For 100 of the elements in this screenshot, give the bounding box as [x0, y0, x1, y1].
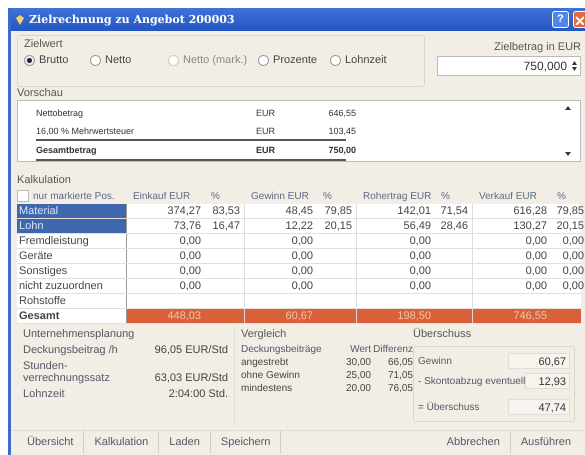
- spin-icon: [571, 60, 578, 72]
- comparison-label: ohne Gewinn: [241, 370, 301, 381]
- help-button[interactable]: ?: [552, 11, 569, 28]
- preview-amount: 750,00: [327, 145, 356, 156]
- table-cell: 16,47: [205, 219, 245, 233]
- radio-icon[interactable]: [90, 54, 101, 66]
- table-cell: 71,54: [435, 204, 473, 218]
- table-cell-text: 142,01: [396, 204, 432, 218]
- table-cell-text: 48,45: [284, 204, 314, 218]
- window-title: Zielrechnung zu Angebot 200003: [29, 13, 236, 26]
- radio-icon[interactable]: [330, 54, 341, 66]
- scroll-up-icon[interactable]: [564, 105, 572, 111]
- row-label[interactable]: nicht zuzuordnen: [17, 279, 127, 293]
- table-cell-text: 374,27: [166, 204, 202, 218]
- tab-button[interactable]: Übersicht: [17, 431, 84, 453]
- planning-value: 2:04:00 Std.: [168, 388, 228, 400]
- action-button[interactable]: Ausführen: [510, 431, 581, 453]
- table-cell-text: 746,55: [512, 309, 548, 323]
- row-label[interactable]: Material: [17, 204, 127, 218]
- row-label[interactable]: Rohstoffe: [17, 294, 127, 308]
- table-cell: 20,15: [551, 219, 585, 233]
- preview-currency: EUR: [256, 108, 276, 118]
- radio-option[interactable]: Netto: [90, 54, 168, 66]
- comparison-value: 76,05: [386, 383, 413, 394]
- table-cell-text: 0,00: [408, 264, 432, 278]
- table-cell-text: 0,00: [178, 264, 202, 278]
- column-header: Einkauf EUR: [132, 190, 192, 202]
- planning-label: Deckungsbeitrag /h: [23, 344, 119, 356]
- preview-label: Nettobetrag: [36, 108, 84, 118]
- table-cell-text: 73,76: [172, 219, 202, 233]
- surplus-value: 12,93: [525, 373, 570, 389]
- table-cell-text: 0,00: [178, 234, 202, 248]
- comparison-value: 71,05: [386, 370, 413, 381]
- table-cell-text: 0,00: [524, 234, 548, 248]
- table-cell: 0,00: [551, 264, 585, 278]
- preview-amount: 646,55: [327, 108, 356, 118]
- radio-option[interactable]: Brutto: [24, 54, 90, 66]
- scroll-down-icon[interactable]: [564, 151, 572, 157]
- radio-option[interactable]: Lohnzeit: [330, 54, 400, 66]
- amount-spinner[interactable]: 750,000: [437, 56, 581, 76]
- column-header: %: [322, 190, 333, 202]
- tab-button[interactable]: Laden: [159, 431, 211, 453]
- preview-label: Gesamtbetrag: [36, 145, 98, 156]
- planning-label: Lohnzeit: [23, 388, 66, 400]
- surplus-value: 47,74: [508, 399, 570, 415]
- row-label[interactable]: Geräte: [17, 249, 127, 263]
- surplus-label: Gewinn: [418, 356, 452, 366]
- table-cell-text: 0,00: [178, 249, 202, 263]
- tab-button[interactable]: Kalkulation: [84, 431, 160, 453]
- table-cell: 83,53: [205, 204, 245, 218]
- table-cell-text: 12,22: [284, 219, 314, 233]
- preview-currency: EUR: [256, 126, 276, 136]
- column-header: %: [440, 190, 451, 202]
- column-header: Verkauf EUR: [478, 190, 538, 202]
- table-cell-text: 198,50: [396, 309, 432, 323]
- table-cell-text: 0,00: [408, 234, 432, 248]
- table-cell: 0,00: [551, 279, 585, 293]
- table-cell-text: 0,00: [524, 279, 548, 293]
- table-cell: 79,85: [317, 204, 357, 218]
- radio-icon[interactable]: [258, 54, 269, 66]
- comparison-label: angestrebt: [241, 357, 290, 368]
- row-label[interactable]: Fremdleistung: [17, 234, 127, 248]
- tab-button[interactable]: Speichern: [210, 431, 282, 453]
- section-label: Vorschau: [17, 87, 63, 99]
- table-cell-text: 616,28: [512, 204, 548, 218]
- planning-label: Stunden-verrechnungssatz: [23, 360, 111, 384]
- table-cell: 28,46: [435, 219, 473, 233]
- column-header: %: [210, 190, 221, 202]
- table-cell-text: 0,00: [290, 249, 314, 263]
- table-cell: 0,00: [551, 234, 585, 248]
- column-header: Gewinn EUR: [250, 190, 310, 202]
- column-header: %: [556, 190, 567, 202]
- radio-icon[interactable]: [24, 54, 35, 66]
- table-cell-text: 0,00: [408, 249, 432, 263]
- table-cell-text: 60,67: [284, 309, 314, 323]
- close-button[interactable]: [573, 11, 585, 28]
- panel-label: Unternehmensplanung: [23, 328, 136, 340]
- table-cell: 0,00: [551, 249, 585, 263]
- table-cell: 79,85: [551, 204, 585, 218]
- section-label: Kalkulation: [17, 174, 71, 186]
- radio-option[interactable]: Prozente: [258, 54, 330, 66]
- row-label[interactable]: Lohn: [17, 219, 127, 233]
- comparison-label: mindestens: [241, 383, 294, 394]
- column-header: Rohertrag EUR: [362, 190, 432, 202]
- comparison-value: 66,05: [386, 357, 413, 368]
- surplus-label: - Skontoabzug eventuell: [418, 376, 526, 386]
- table-cell-text: 0,00: [178, 279, 202, 293]
- row-label[interactable]: Gesamt: [17, 309, 127, 323]
- action-button[interactable]: Abbrechen: [436, 431, 511, 453]
- filter-checkbox[interactable]: nur markierte Pos.: [17, 190, 127, 202]
- table-cell-text: 448,03: [166, 309, 202, 323]
- row-label[interactable]: Sonstiges: [17, 264, 127, 278]
- preview-label: 16,00 % Mehrwertsteuer: [36, 126, 136, 136]
- planning-value: 63,03 EUR/Std: [154, 372, 228, 384]
- preview-currency: EUR: [256, 145, 276, 156]
- column-header: Deckungsbeiträge: [241, 344, 323, 355]
- panel-label: Vergleich: [241, 328, 288, 340]
- table-cell: 20,15: [317, 219, 357, 233]
- table-cell-text: 0,00: [290, 234, 314, 248]
- app-icon: [15, 14, 25, 26]
